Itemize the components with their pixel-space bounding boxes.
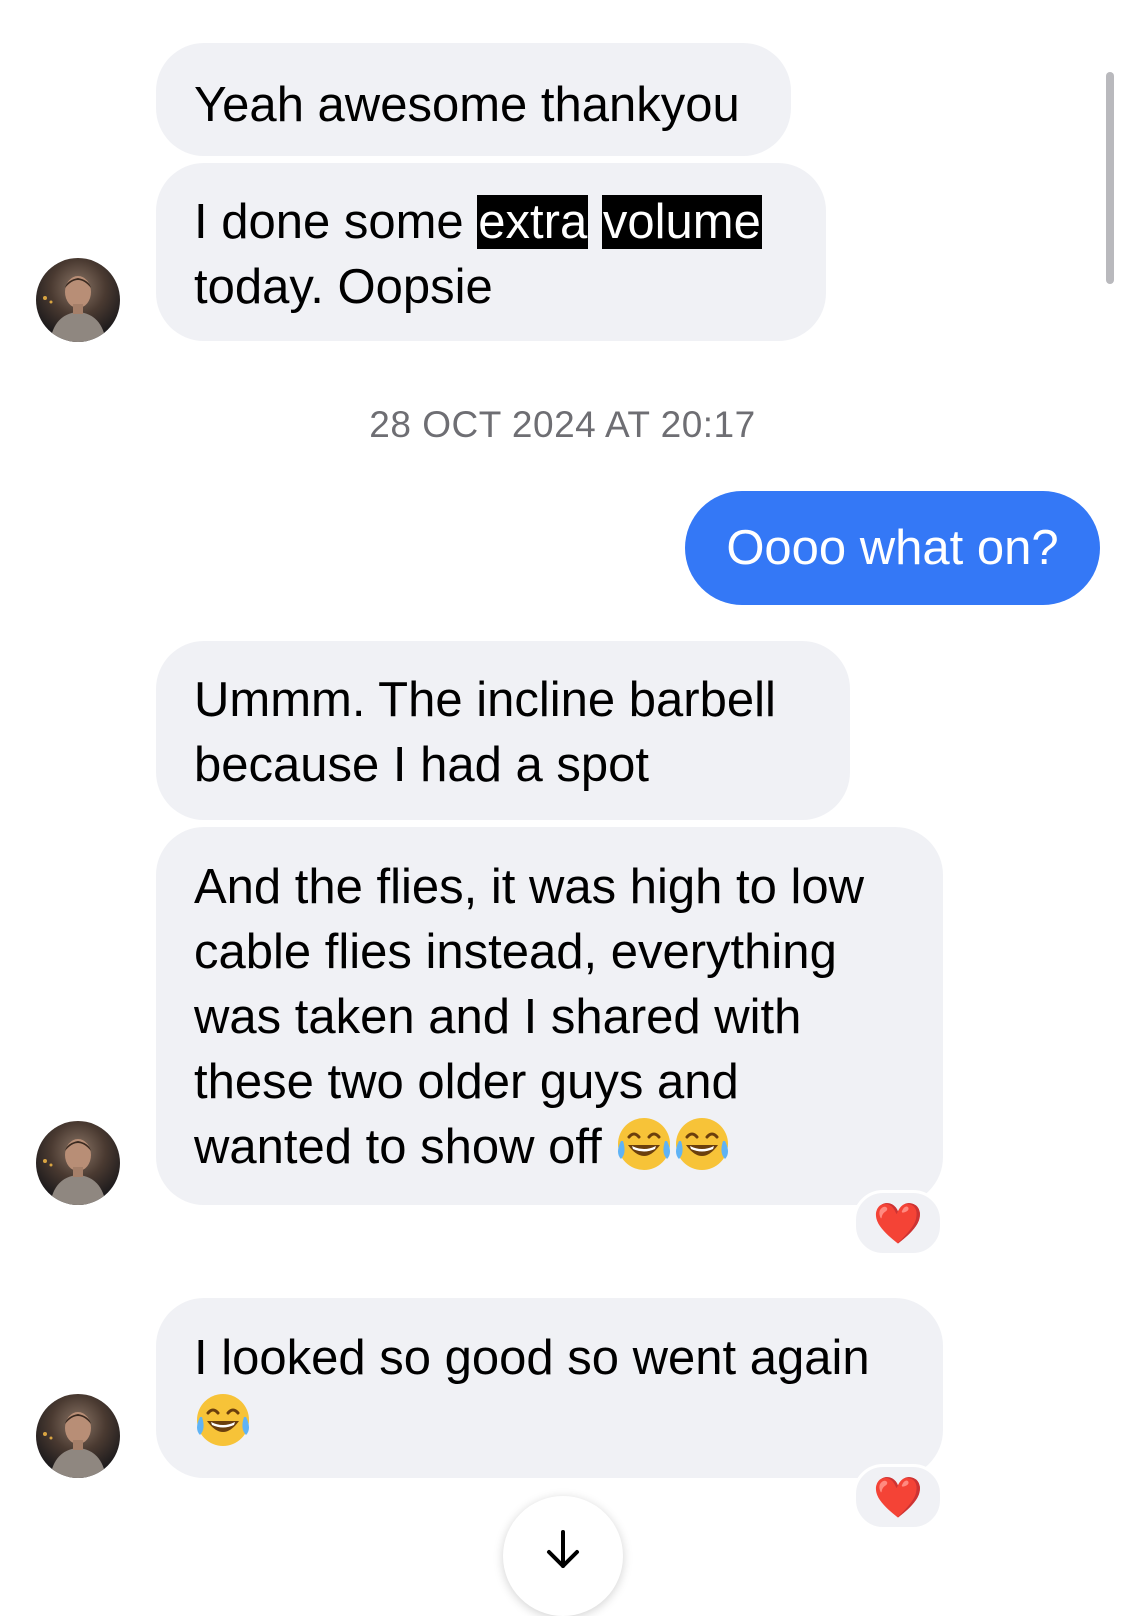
message-text-line: because I had a spot [194, 738, 649, 792]
contact-avatar[interactable] [36, 1394, 120, 1478]
message-text: Oooo what on? [726, 521, 1059, 575]
incoming-message-bubble[interactable]: I looked so good so went again [156, 1298, 943, 1478]
contact-avatar[interactable] [36, 258, 120, 342]
arrow-down-icon [547, 1530, 579, 1568]
message-text-line: Ummm. The incline barbell [194, 673, 776, 727]
face-with-tears-of-joy-icon [195, 1392, 251, 1448]
highlighted-word: extra [477, 195, 589, 249]
heart-icon: ❤️ [873, 1475, 923, 1520]
highlighted-word: volume [601, 195, 762, 249]
incoming-message-bubble[interactable]: And the flies, it was high to low cable … [156, 827, 943, 1205]
message-text-line: And the flies, it was high to low [194, 860, 865, 914]
message-text-line [194, 1391, 905, 1456]
message-text-line: was taken and I shared with [194, 990, 802, 1044]
scrollbar[interactable] [1106, 72, 1114, 284]
face-with-tears-of-joy-icon [616, 1116, 672, 1172]
message-text-line: I looked so good so went again [194, 1331, 870, 1385]
heart-reaction-badge[interactable]: ❤️ [853, 1190, 943, 1256]
message-text-part: I done some [194, 195, 464, 249]
heart-icon: ❤️ [873, 1201, 923, 1246]
message-text-part: wanted to show off [194, 1120, 602, 1174]
contact-avatar[interactable] [36, 1121, 120, 1205]
message-text-line: wanted to show off [194, 1115, 905, 1180]
message-text-line: I done some extra volume [194, 190, 788, 255]
message-text-line: cable flies instead, everything [194, 925, 837, 979]
scroll-to-bottom-button[interactable] [503, 1496, 623, 1616]
incoming-message-bubble[interactable]: I done some extra volume today. Oopsie [156, 163, 826, 341]
message-timestamp: 28 OCT 2024 AT 20:17 [369, 404, 756, 445]
message-text: Yeah awesome thankyou [194, 78, 740, 132]
outgoing-message-bubble[interactable]: Oooo what on? [685, 491, 1100, 605]
incoming-message-bubble[interactable]: Ummm. The incline barbell because I had … [156, 641, 850, 820]
message-text-line: today. Oopsie [194, 260, 493, 314]
heart-reaction-badge[interactable]: ❤️ [853, 1464, 943, 1530]
message-text-line: these two older guys and [194, 1055, 739, 1109]
face-with-tears-of-joy-icon [674, 1116, 730, 1172]
incoming-message-bubble[interactable]: Yeah awesome thankyou [156, 43, 791, 156]
